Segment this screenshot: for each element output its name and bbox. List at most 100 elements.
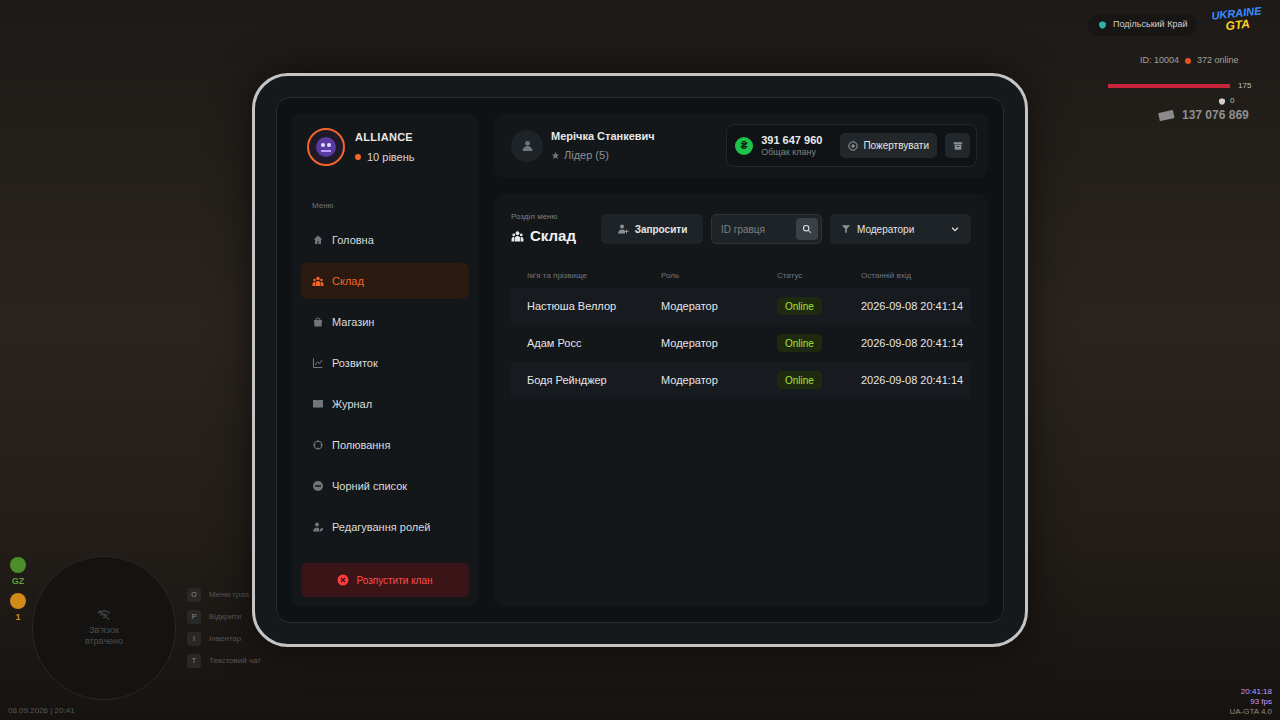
sidebar-item[interactable]: Головна bbox=[301, 222, 469, 258]
people-icon bbox=[312, 275, 324, 288]
close-icon bbox=[337, 574, 349, 586]
plus-icon bbox=[848, 141, 858, 151]
armor-icon bbox=[1218, 97, 1226, 106]
table-cell: Адам Росс bbox=[527, 335, 661, 352]
table-body: Настюша ВеллорМодераторOnline2026-09-08 … bbox=[511, 288, 971, 399]
column-header: Останній вхід bbox=[861, 270, 955, 282]
table-cell: Бодя Рейнджер bbox=[527, 372, 661, 389]
table-cell: 2026-09-08 20:41:14 bbox=[861, 372, 963, 389]
chevron-down-icon bbox=[950, 224, 960, 234]
user-icon bbox=[521, 139, 534, 152]
members-table: Ім'я та прізвищеРольСтатусОстанній вхід Н… bbox=[511, 268, 971, 399]
level-dot bbox=[355, 154, 361, 160]
sidebar-menu: Головна Склад Магазин Розвиток Журнал Полюван… bbox=[301, 222, 469, 545]
table-cell: Online bbox=[777, 297, 861, 315]
health-track bbox=[1108, 84, 1230, 88]
table-cell: Online bbox=[777, 334, 861, 352]
minimap: Зв'язок втрачено bbox=[32, 556, 176, 700]
user-avatar bbox=[511, 130, 543, 162]
sidebar-item[interactable]: Склад bbox=[301, 263, 469, 299]
sidebar-item[interactable]: Редагування ролей bbox=[301, 509, 469, 545]
sidebar-item[interactable]: Полювання bbox=[301, 427, 469, 463]
key-cap: T bbox=[187, 654, 201, 668]
key-cap: P bbox=[187, 610, 201, 624]
invite-button[interactable]: Запросити bbox=[601, 214, 703, 244]
sidebar-item[interactable]: Розвиток bbox=[301, 345, 469, 381]
tablet-screen: ALLIANCE10 рівень Меню Головна Склад Магазин… bbox=[276, 97, 1004, 623]
status-badge: Online bbox=[777, 297, 822, 315]
sidebar: ALLIANCE10 рівень Меню Головна Склад Магазин… bbox=[292, 113, 478, 607]
search-input[interactable] bbox=[721, 222, 792, 237]
debug-info: 20:41:1893 fpsUA-GTA 4.0 bbox=[1229, 687, 1272, 717]
column-header: Роль bbox=[661, 270, 777, 282]
game-logo: UKRAINEGTA bbox=[1211, 5, 1263, 33]
wanted-icon bbox=[10, 593, 26, 609]
sidebar-item[interactable]: Магазин bbox=[301, 304, 469, 340]
clan-header: ALLIANCE10 рівень bbox=[301, 128, 469, 166]
status-badge: Online bbox=[777, 371, 822, 389]
clan-bank: ₴391 647 960Общак клануПожертвувати bbox=[726, 124, 977, 167]
add-user-icon bbox=[617, 223, 629, 235]
shield-icon bbox=[1098, 20, 1107, 30]
key-cap: I bbox=[187, 632, 201, 646]
filter-icon bbox=[841, 224, 851, 234]
table-cell: Модератор bbox=[661, 372, 777, 389]
gz-icon bbox=[10, 557, 26, 573]
user-header: Мерічка СтанкевичЛідер (5) ₴391 647 960Об… bbox=[494, 113, 988, 178]
clan-name: ALLIANCE bbox=[355, 129, 415, 146]
chart-icon bbox=[312, 357, 324, 369]
column-header: Ім'я та прізвище bbox=[527, 270, 661, 282]
search-icon bbox=[802, 224, 812, 234]
section-title: Розділ менюСклад bbox=[511, 211, 576, 248]
health-fill bbox=[1108, 84, 1230, 88]
toolbar: Розділ менюСклад Запросити Модератори bbox=[511, 211, 971, 248]
people-icon bbox=[511, 230, 524, 243]
menu-heading: Меню bbox=[301, 200, 469, 212]
role-edit-icon bbox=[312, 521, 324, 533]
table-cell: 2026-09-08 20:41:14 bbox=[861, 335, 963, 352]
disband-button[interactable]: Розпустити клан bbox=[301, 563, 469, 597]
user-info: Мерічка СтанкевичЛідер (5) bbox=[511, 128, 655, 164]
crosshair-icon bbox=[312, 439, 324, 451]
clan-avatar bbox=[307, 128, 345, 166]
key-hint: TТекстовий чат bbox=[187, 653, 261, 669]
health: 175 bbox=[1108, 80, 1251, 92]
server-badge: Подільський Край bbox=[1088, 14, 1197, 36]
online-dot bbox=[1185, 58, 1191, 64]
table-header: Ім'я та прізвищеРольСтатусОстанній вхід bbox=[511, 268, 971, 284]
status-badge: Online bbox=[777, 334, 822, 352]
cash-icon bbox=[1158, 109, 1176, 121]
table-cell: Online bbox=[777, 371, 861, 389]
key-hint: PВідкрити bbox=[187, 609, 261, 625]
search-button[interactable] bbox=[796, 218, 818, 240]
storage-button[interactable] bbox=[945, 133, 970, 158]
no-signal-icon bbox=[97, 609, 111, 621]
table-row[interactable]: Настюша ВеллорМодераторOnline 2026-09-08 … bbox=[511, 288, 971, 325]
table-cell: Настюша Веллор bbox=[527, 298, 661, 315]
sidebar-item[interactable]: Журнал bbox=[301, 386, 469, 422]
sidebar-item[interactable]: Чорний список bbox=[301, 468, 469, 504]
zone-indicators: GZ1 bbox=[8, 557, 28, 624]
player-info: ID: 10004372 online bbox=[1140, 54, 1239, 68]
tablet: ALLIANCE10 рівень Меню Головна Склад Магазин… bbox=[252, 73, 1028, 647]
money: 137 076 869 bbox=[1158, 106, 1249, 124]
role-filter-dropdown[interactable]: Модератори bbox=[830, 214, 971, 244]
table-cell: Модератор bbox=[661, 335, 777, 352]
table-row[interactable]: Бодя РейнджерМодераторOnline 2026-09-08 2… bbox=[511, 362, 971, 399]
clan-logo-icon bbox=[314, 135, 338, 159]
shop-icon bbox=[312, 316, 324, 328]
table-cell: 2026-09-08 20:41:14 bbox=[861, 298, 963, 315]
key-hints: OМеню гравPВідкритиIІнвентарTТекстовий ч… bbox=[187, 587, 261, 669]
archive-icon bbox=[953, 141, 963, 151]
armor: 0 bbox=[1218, 95, 1234, 107]
donate-button[interactable]: Пожертвувати bbox=[840, 133, 937, 158]
book-icon bbox=[312, 398, 324, 410]
home-icon bbox=[312, 234, 324, 246]
main-area: Мерічка СтанкевичЛідер (5) ₴391 647 960Об… bbox=[494, 113, 988, 607]
key-hint: IІнвентар bbox=[187, 631, 261, 647]
key-cap: O bbox=[187, 588, 201, 602]
content-panel: Розділ менюСклад Запросити Модератори Ім'я … bbox=[494, 194, 988, 607]
block-icon bbox=[312, 480, 324, 492]
table-cell: Модератор bbox=[661, 298, 777, 315]
table-row[interactable]: Адам РоссМодераторOnline 2026-09-08 20:41… bbox=[511, 325, 971, 362]
